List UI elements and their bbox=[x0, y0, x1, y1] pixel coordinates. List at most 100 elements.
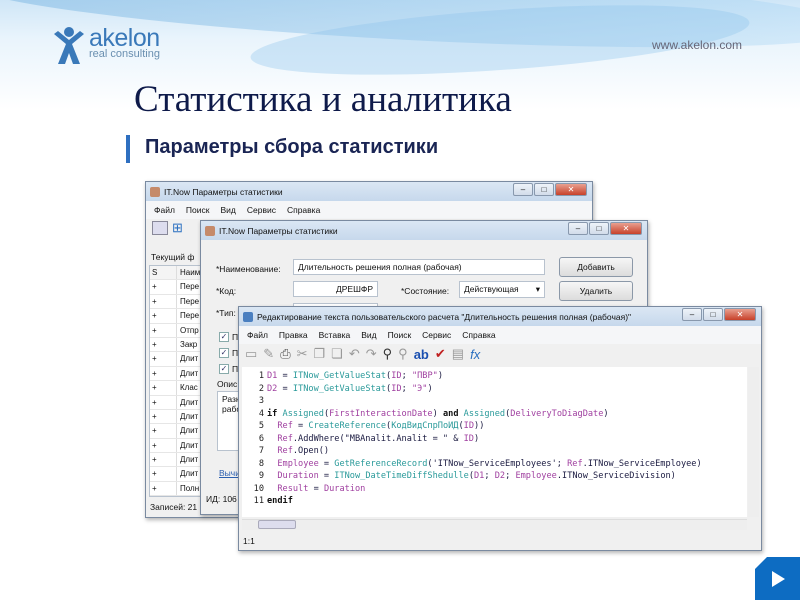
checkbox-2[interactable]: ✓ bbox=[219, 348, 229, 358]
table-row[interactable]: + Длит bbox=[150, 467, 203, 482]
row-name: Закр bbox=[180, 339, 198, 349]
table-row[interactable]: + Пере bbox=[150, 309, 203, 324]
hierarchy-icon[interactable]: ⊞ bbox=[172, 221, 188, 237]
code-line: 8 Employee = GetReferenceRecord ('ITNow_S… bbox=[242, 458, 747, 471]
menu-item[interactable]: Файл bbox=[247, 330, 268, 340]
code-line: 10 Result = Duration bbox=[242, 483, 747, 496]
menu-item[interactable]: Вид bbox=[361, 330, 376, 340]
vertical-scrollbar[interactable] bbox=[748, 367, 759, 517]
code-token: ID bbox=[463, 421, 475, 431]
spellcheck-icon[interactable]: ✔ bbox=[435, 346, 446, 362]
insert-icon[interactable]: ▤ bbox=[452, 346, 464, 362]
column-header-s[interactable]: S bbox=[150, 266, 177, 280]
close-button[interactable]: ✕ bbox=[724, 308, 756, 321]
menu-item[interactable]: Вид bbox=[220, 205, 235, 215]
chevron-down-icon: ▾ bbox=[535, 284, 540, 294]
save-icon[interactable]: ▭ bbox=[245, 346, 257, 362]
menu-item[interactable]: Поиск bbox=[186, 205, 210, 215]
table-row[interactable]: + Длит bbox=[150, 453, 203, 468]
replace-icon[interactable]: ab bbox=[414, 347, 429, 362]
edit-icon[interactable]: ✎ bbox=[263, 346, 274, 362]
close-button[interactable]: ✕ bbox=[555, 183, 587, 196]
name-input[interactable]: Длительность решения полная (рабочая) bbox=[293, 259, 545, 275]
row-name: Пере bbox=[180, 296, 200, 306]
code-input[interactable]: ДРЕШФР bbox=[293, 281, 378, 297]
code-token: ITNow_GetValueStat bbox=[292, 371, 387, 381]
code-label: *Код: bbox=[216, 286, 237, 296]
table-row[interactable]: + Полн bbox=[150, 481, 203, 497]
table-row[interactable]: + Отпр bbox=[150, 323, 203, 338]
column-header-name[interactable]: Наим bbox=[177, 266, 200, 279]
code-token: ID bbox=[391, 371, 402, 381]
line-number: 3 bbox=[258, 396, 264, 406]
find-next-icon[interactable]: ⚲ bbox=[398, 346, 408, 362]
menu-item[interactable]: Поиск bbox=[388, 330, 412, 340]
checkbox-3[interactable]: ✓ bbox=[219, 364, 229, 374]
delete-button[interactable]: Удалить bbox=[559, 281, 633, 301]
minimize-button[interactable]: – bbox=[513, 183, 533, 196]
menu-item[interactable]: Справка bbox=[462, 330, 495, 340]
menu-item[interactable]: Правка bbox=[279, 330, 308, 340]
state-select[interactable]: Действующая ▾ bbox=[459, 281, 545, 298]
row-status: + bbox=[150, 424, 177, 438]
paste-icon[interactable]: ❏ bbox=[331, 346, 343, 362]
card-view-icon[interactable] bbox=[152, 221, 168, 235]
cut-icon[interactable]: ✂ bbox=[297, 346, 308, 362]
calc-link[interactable]: Вычи bbox=[219, 468, 240, 478]
row-status: + bbox=[150, 309, 177, 323]
table-row[interactable]: + Длит bbox=[150, 424, 203, 439]
scroll-thumb[interactable] bbox=[258, 520, 296, 529]
horizontal-scrollbar[interactable] bbox=[242, 519, 747, 530]
menu-item[interactable]: Сервис bbox=[247, 205, 276, 215]
minimize-button[interactable]: – bbox=[682, 308, 702, 321]
code-token: endif bbox=[267, 496, 293, 506]
table-row[interactable]: + Закр bbox=[150, 337, 203, 353]
menu-item[interactable]: Вставка bbox=[319, 330, 351, 340]
minimize-button[interactable]: – bbox=[568, 222, 588, 235]
row-status: + bbox=[150, 409, 177, 424]
table-row[interactable]: + Клас bbox=[150, 381, 203, 396]
window-title: IT.Now Параметры статистики bbox=[219, 225, 338, 236]
table-row[interactable]: + Длит bbox=[150, 438, 203, 454]
code-token: .ITNow_ServiceDivision) bbox=[556, 471, 676, 481]
undo-icon[interactable]: ↶ bbox=[349, 346, 360, 362]
maximize-button[interactable]: □ bbox=[589, 222, 609, 235]
row-name: Длит bbox=[180, 354, 199, 364]
code-token: ) bbox=[603, 408, 609, 419]
row-status: + bbox=[150, 438, 177, 453]
website-url[interactable]: www.akelon.com bbox=[652, 38, 742, 52]
code-editor[interactable]: 1 D1 = ITNow_GetValueStat(ID; "ПВР") 2 D2 =… bbox=[242, 367, 747, 517]
code-line: 3 bbox=[242, 395, 747, 408]
state-label: *Состояние: bbox=[401, 286, 450, 296]
logo-tagline: real consulting bbox=[89, 48, 160, 60]
window-title: IT.Now Параметры статистики bbox=[164, 186, 283, 197]
row-status: + bbox=[150, 280, 177, 294]
code-token: КодВидСпрПоИД bbox=[391, 421, 459, 431]
code-token: Duration bbox=[323, 483, 366, 494]
table-row[interactable]: + Длит bbox=[150, 395, 203, 410]
table-row[interactable]: + Длит bbox=[150, 409, 203, 425]
copy-icon[interactable]: ❐ bbox=[314, 346, 326, 362]
add-button[interactable]: Добавить bbox=[559, 257, 633, 277]
table-row[interactable]: + Длит bbox=[150, 366, 203, 382]
table-row[interactable]: + Пере bbox=[150, 280, 203, 295]
row-status: + bbox=[150, 323, 177, 337]
find-icon[interactable]: ⚲ bbox=[383, 346, 393, 362]
next-slide-button[interactable] bbox=[755, 557, 800, 600]
close-button[interactable]: ✕ bbox=[610, 222, 642, 235]
print-icon[interactable]: ⎙ bbox=[280, 346, 290, 362]
menu-item[interactable]: Сервис bbox=[422, 330, 451, 340]
menu-item[interactable]: Справка bbox=[287, 205, 320, 215]
table-row[interactable]: + Пере bbox=[150, 294, 203, 310]
app-icon bbox=[205, 225, 215, 236]
code-token: ITNow_DateTimeDiffShedulle bbox=[334, 471, 469, 481]
maximize-button[interactable]: □ bbox=[534, 183, 554, 196]
code-token: Ref bbox=[567, 458, 583, 469]
table-row[interactable]: + Длит bbox=[150, 352, 203, 367]
function-icon[interactable]: fx bbox=[470, 347, 480, 362]
app-icon bbox=[150, 186, 160, 197]
checkbox-1[interactable]: ✓ bbox=[219, 332, 229, 342]
redo-icon[interactable]: ↷ bbox=[366, 346, 377, 362]
maximize-button[interactable]: □ bbox=[703, 308, 723, 321]
menu-item[interactable]: Файл bbox=[154, 205, 175, 215]
